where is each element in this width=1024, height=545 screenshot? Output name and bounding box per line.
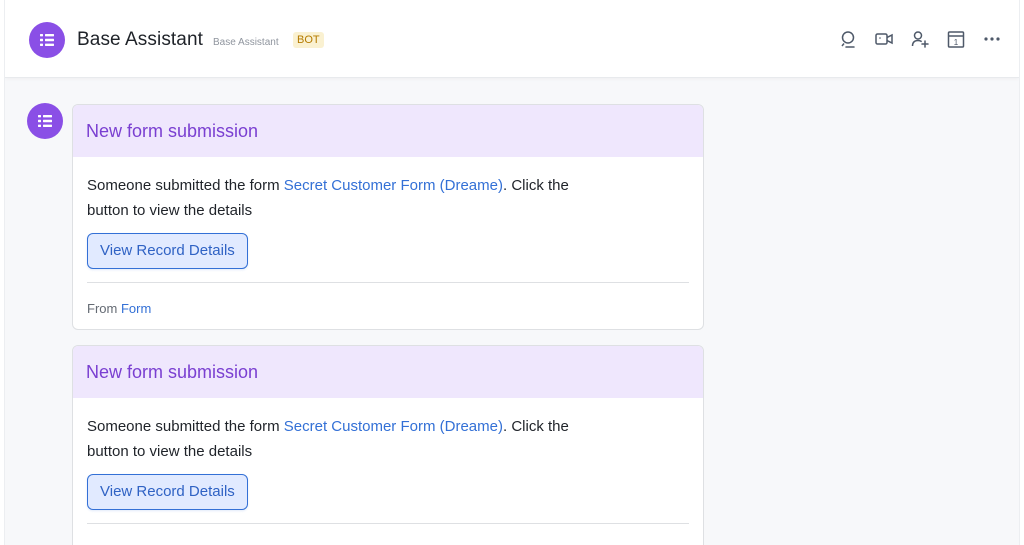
message-avatar[interactable]: [27, 103, 63, 139]
card-text-prefix: Someone submitted the form: [87, 418, 284, 435]
form-link[interactable]: Secret Customer Form (Dreame): [284, 418, 503, 435]
message-card: New form submission Someone submitted th…: [72, 345, 704, 545]
message-card: New form submission Someone submitted th…: [72, 104, 704, 330]
card-header: New form submission: [73, 105, 703, 157]
view-record-details-button[interactable]: View Record Details: [87, 474, 248, 510]
card-header: New form submission: [73, 346, 703, 398]
search-chat-button[interactable]: [837, 28, 859, 50]
card-text: Someone submitted the form Secret Custom…: [87, 173, 607, 223]
card-title: New form submission: [86, 361, 259, 382]
card-body: Someone submitted the form Secret Custom…: [73, 398, 703, 510]
view-record-details-button[interactable]: View Record Details: [87, 233, 248, 269]
more-button[interactable]: [981, 28, 1003, 50]
footer-prefix: From: [87, 301, 121, 316]
chat-title: Base Assistant: [77, 29, 204, 50]
bot-badge: BOT: [293, 32, 324, 48]
chat-header: Base Assistant Base Assistant BOT 1: [5, 0, 1019, 78]
card-text: Someone submitted the form Secret Custom…: [87, 414, 607, 464]
footer-source-link[interactable]: Form: [121, 301, 151, 316]
calendar-button[interactable]: 1: [945, 28, 967, 50]
list-icon: [40, 34, 54, 46]
add-member-button[interactable]: [909, 28, 931, 50]
chat-window: Base Assistant Base Assistant BOT 1 New …: [4, 0, 1020, 545]
card-divider: [87, 523, 689, 524]
add-member-icon: [911, 31, 929, 48]
card-body: Someone submitted the form Secret Custom…: [73, 157, 703, 269]
header-actions: 1: [837, 28, 1003, 50]
calendar-icon: 1: [947, 31, 965, 48]
card-title: New form submission: [86, 120, 259, 141]
calendar-day: 1: [954, 38, 959, 47]
card-footer: From Form: [73, 283, 703, 316]
list-icon: [38, 115, 52, 127]
search-chat-icon: [841, 31, 855, 48]
video-call-button[interactable]: [873, 28, 895, 50]
form-link[interactable]: Secret Customer Form (Dreame): [284, 177, 503, 194]
card-text-prefix: Someone submitted the form: [87, 177, 284, 194]
video-call-icon: [875, 33, 893, 45]
bot-avatar[interactable]: [29, 22, 65, 58]
chat-subtitle: Base Assistant: [213, 37, 279, 48]
more-icon: [984, 37, 1000, 41]
